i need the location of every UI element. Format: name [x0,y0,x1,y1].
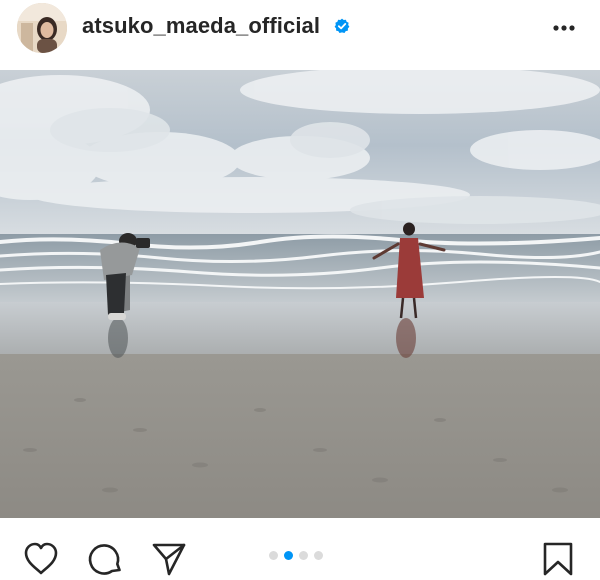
carousel-indicator [269,551,323,563]
profile-avatar[interactable] [17,3,67,53]
carousel-dot [314,551,323,560]
send-icon[interactable] [150,540,188,578]
verified-badge-icon [334,18,350,33]
post-actions [0,518,600,580]
carousel-dot-active [284,551,293,560]
heart-icon[interactable] [22,540,60,578]
username[interactable]: atsuko_maeda_official [82,13,320,39]
comment-icon[interactable] [87,540,125,578]
more-options-icon[interactable] [548,14,580,42]
post-header: atsuko_maeda_official [0,0,600,64]
post-photo[interactable] [0,70,600,518]
carousel-dot [269,551,278,560]
carousel-dot [299,551,308,560]
bookmark-icon[interactable] [539,540,577,578]
beach-scene [0,70,600,518]
avatar-image [17,3,67,53]
